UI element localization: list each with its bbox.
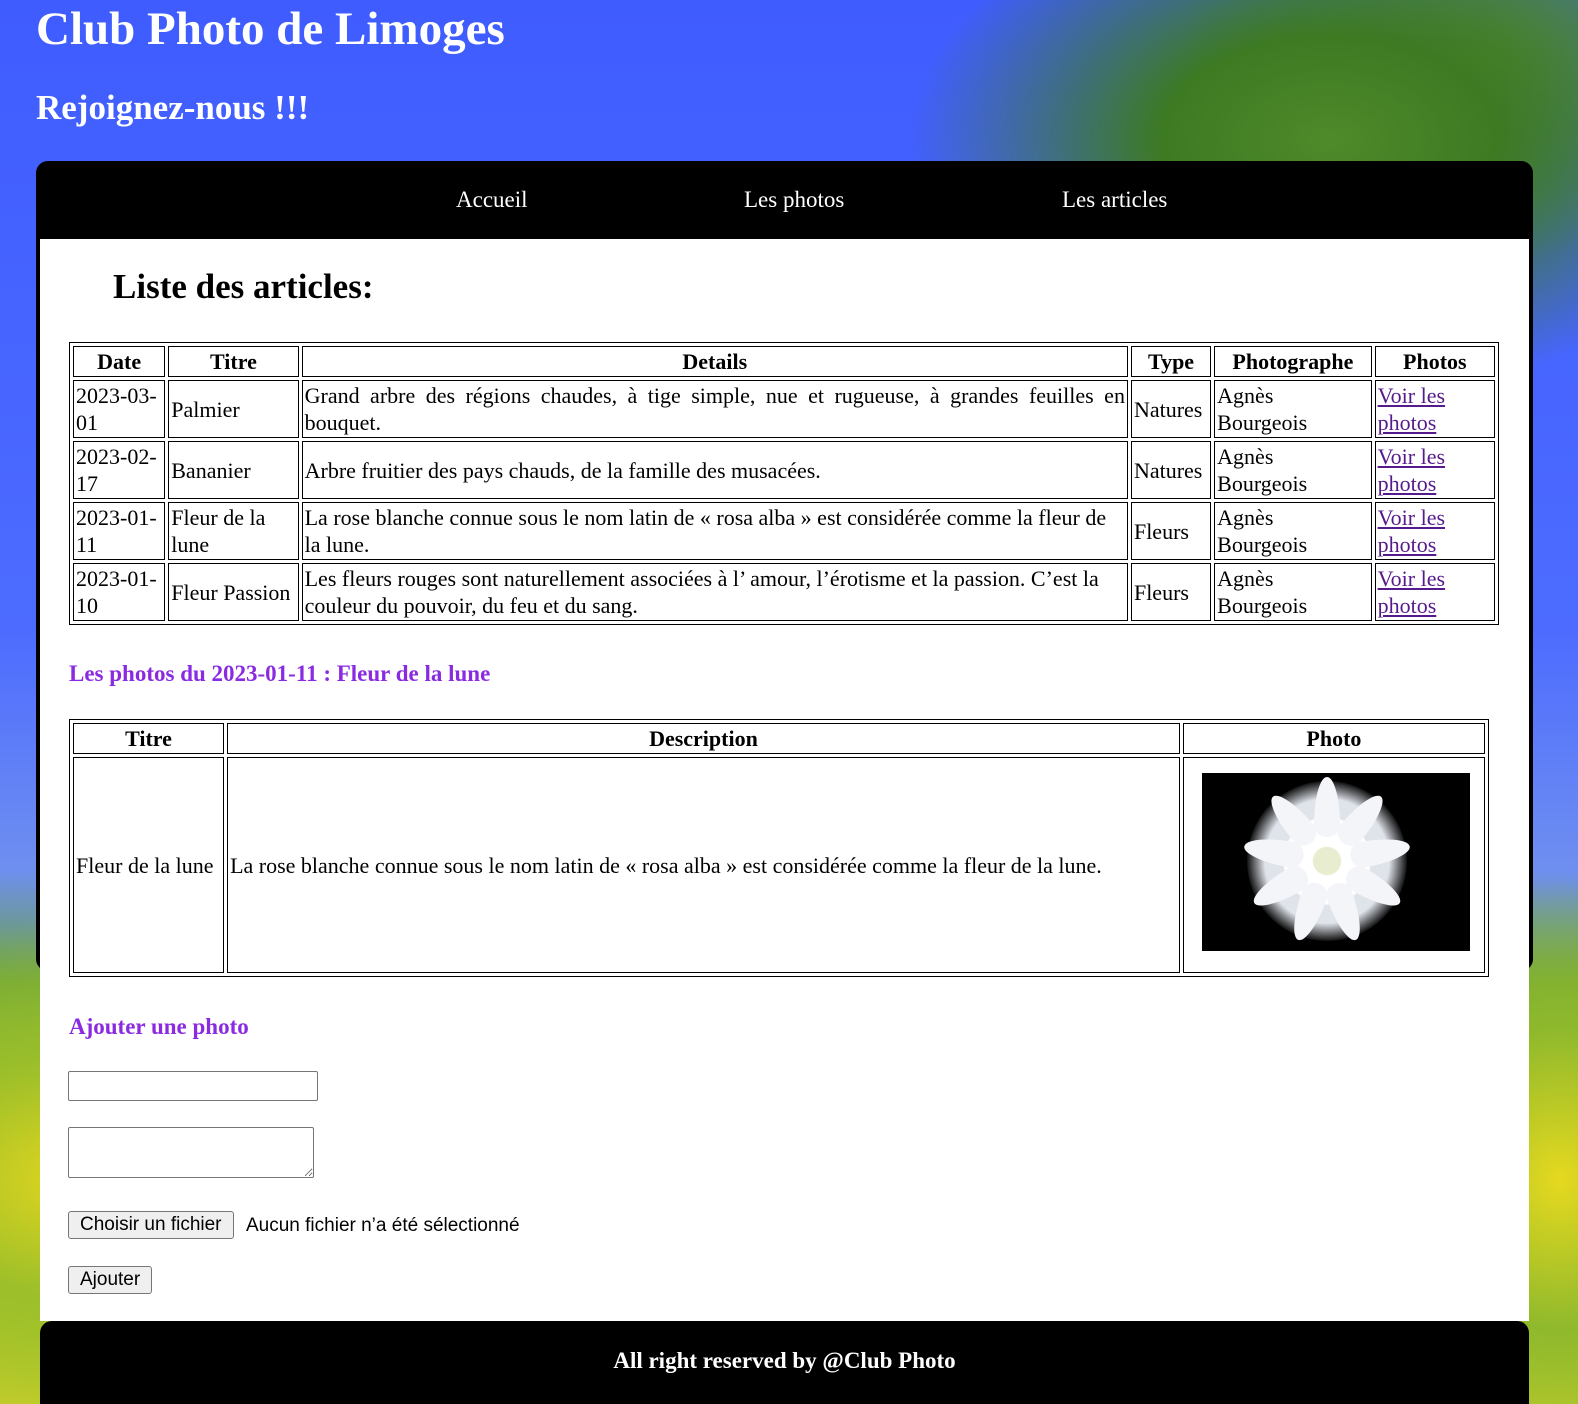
col-header-details: Details — [301, 346, 1128, 377]
cell-titre: Palmier — [168, 380, 299, 438]
col-header-photographe: Photographe — [1214, 346, 1372, 377]
cell-details: La rose blanche connue sous le nom latin… — [301, 502, 1128, 560]
col-header-description: Description — [227, 723, 1180, 754]
table-row: 2023-01-10 Fleur Passion Les fleurs roug… — [73, 563, 1495, 621]
footer-text: All right reserved by @Club Photo — [613, 1348, 956, 1373]
site-subtitle: Rejoignez-nous !!! — [36, 88, 310, 127]
add-photo-title: Ajouter une photo — [69, 1014, 249, 1039]
col-header-date: Date — [73, 346, 166, 377]
cell-titre: Bananier — [168, 441, 299, 499]
col-header-photo: Photo — [1182, 723, 1485, 754]
voir-photos-link[interactable]: Voir les photos — [1378, 505, 1445, 557]
voir-photos-link[interactable]: Voir les photos — [1378, 444, 1445, 496]
photos-header-row: Titre Description Photo — [73, 723, 1485, 754]
table-row: 2023-01-11 Fleur de la lune La rose blan… — [73, 502, 1495, 560]
articles-table: Date Titre Details Type Photographe Phot… — [69, 342, 1499, 625]
add-photo-submit-button[interactable]: Ajouter — [68, 1266, 153, 1294]
cell-details: Arbre fruitier des pays chauds, de la fa… — [301, 441, 1128, 499]
voir-photos-link[interactable]: Voir les photos — [1378, 566, 1445, 618]
cell-description: La rose blanche connue sous le nom latin… — [227, 757, 1180, 973]
choose-file-button[interactable]: Choisir un fichier — [68, 1211, 234, 1239]
cell-details: Grand arbre des régions chaudes, à tige … — [301, 380, 1128, 438]
file-status-text: Aucun fichier n’a été sélectionné — [246, 1215, 520, 1236]
white-flower-photo — [1201, 773, 1470, 951]
cell-type: Natures — [1130, 441, 1212, 499]
photos-table: Titre Description Photo Fleur de la lune… — [69, 719, 1489, 977]
col-header-type: Type — [1130, 346, 1212, 377]
cell-photos: Voir les photos — [1374, 563, 1495, 621]
col-header-titre: Titre — [168, 346, 299, 377]
cell-photo — [1182, 757, 1485, 973]
cell-date: 2023-02-17 — [73, 441, 166, 499]
cell-date: 2023-01-11 — [73, 502, 166, 560]
cell-type: Fleurs — [1130, 502, 1212, 560]
cell-type: Natures — [1130, 380, 1212, 438]
cell-date: 2023-03-01 — [73, 380, 166, 438]
cell-photographe: Agnès Bourgeois — [1214, 563, 1372, 621]
cell-photos: Voir les photos — [1374, 502, 1495, 560]
cell-titre: Fleur de la lune — [73, 757, 225, 973]
cell-details: Les fleurs rouges sont naturellement ass… — [301, 563, 1128, 621]
main-nav: Accueil Les photos Les articles — [40, 165, 1530, 239]
footer: All right reserved by @Club Photo — [40, 1321, 1529, 1404]
cell-photos: Voir les photos — [1374, 380, 1495, 438]
cell-photos: Voir les photos — [1374, 441, 1495, 499]
table-row: 2023-02-17 Bananier Arbre fruitier des p… — [73, 441, 1495, 499]
cell-type: Fleurs — [1130, 563, 1212, 621]
photo-description-textarea[interactable] — [68, 1127, 314, 1178]
cell-photographe: Agnès Bourgeois — [1214, 502, 1372, 560]
photos-section-title: Les photos du 2023-01-11 : Fleur de la l… — [69, 661, 491, 686]
voir-photos-link[interactable]: Voir les photos — [1378, 383, 1445, 435]
table-row: 2023-03-01 Palmier Grand arbre des régio… — [73, 380, 1495, 438]
cell-date: 2023-01-10 — [73, 563, 166, 621]
content-area: Liste des articles: Date Titre Details T… — [40, 239, 1529, 1321]
articles-header-row: Date Titre Details Type Photographe Phot… — [73, 346, 1495, 377]
nav-item-articles[interactable]: Les articles — [1062, 187, 1167, 213]
nav-item-accueil[interactable]: Accueil — [456, 187, 528, 213]
site-title: Club Photo de Limoges — [36, 3, 505, 55]
cell-titre: Fleur Passion — [168, 563, 299, 621]
cell-photographe: Agnès Bourgeois — [1214, 380, 1372, 438]
cell-titre: Fleur de la lune — [168, 502, 299, 560]
col-header-photos: Photos — [1374, 346, 1495, 377]
page-title: Liste des articles: — [113, 267, 374, 306]
col-header-titre: Titre — [73, 723, 225, 754]
table-row: Fleur de la lune La rose blanche connue … — [73, 757, 1485, 973]
photo-title-input[interactable] — [68, 1071, 318, 1101]
nav-item-photos[interactable]: Les photos — [744, 187, 844, 213]
cell-photographe: Agnès Bourgeois — [1214, 441, 1372, 499]
